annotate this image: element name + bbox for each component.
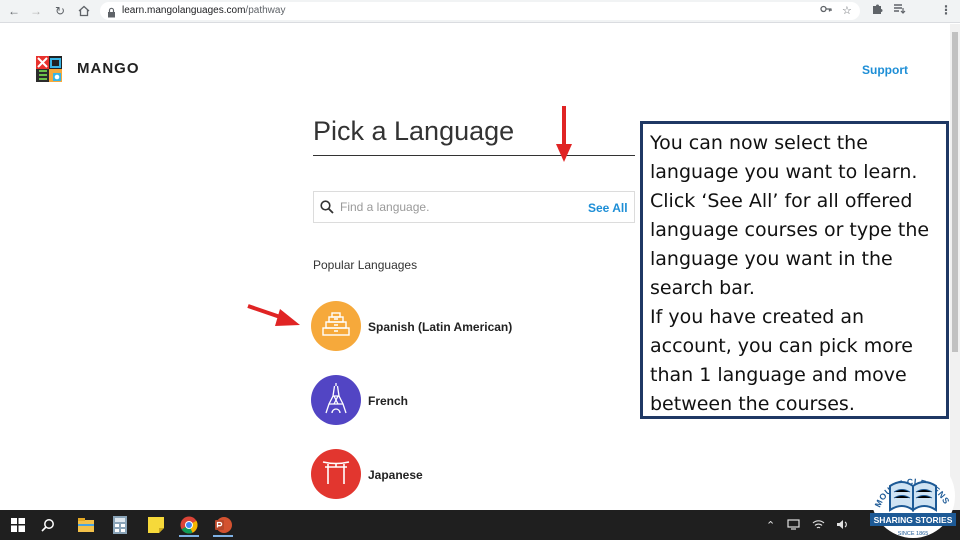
language-item-french[interactable]: French xyxy=(368,394,408,408)
reload-icon[interactable]: ↻ xyxy=(52,3,68,19)
language-badge-japanese[interactable] xyxy=(311,449,361,499)
browser-toolbar: ← → ↻ learn.mangolanguages.com/pathway ☆… xyxy=(0,0,960,23)
tray-network-icon[interactable] xyxy=(787,519,800,533)
see-all-button[interactable]: See All xyxy=(588,201,628,215)
eiffel-tower-icon xyxy=(323,382,349,419)
mango-logo-icon xyxy=(36,56,62,82)
down-arrow-icon xyxy=(556,106,572,162)
bookmark-star-icon[interactable]: ☆ xyxy=(842,4,852,17)
calculator-icon[interactable] xyxy=(110,515,130,535)
title-divider xyxy=(313,155,635,156)
extensions-puzzle-icon[interactable] xyxy=(871,3,883,18)
file-explorer-icon[interactable] xyxy=(76,515,96,535)
language-item-japanese[interactable]: Japanese xyxy=(368,468,423,482)
search-icon xyxy=(320,200,334,219)
url-path: /pathway xyxy=(245,5,286,16)
seal-banner-text: SHARING STORIES xyxy=(874,515,953,525)
instruction-callout: You can now select the language you want… xyxy=(640,121,949,419)
language-badge-spanish[interactable] xyxy=(311,301,361,351)
reading-list-icon[interactable] xyxy=(893,3,906,17)
home-icon[interactable] xyxy=(76,3,92,19)
url-text: learn.mangolanguages.com/pathway xyxy=(122,5,285,16)
language-badge-french[interactable] xyxy=(311,375,361,425)
lock-icon xyxy=(107,5,116,23)
sticky-notes-icon[interactable] xyxy=(146,515,166,535)
back-icon[interactable]: ← xyxy=(6,3,22,19)
page-title: Pick a Language xyxy=(313,116,515,146)
browser-menu-icon[interactable]: ⋮ xyxy=(940,3,952,17)
powerpoint-icon[interactable] xyxy=(213,515,233,537)
key-icon[interactable] xyxy=(820,4,832,17)
brand-name: MANGO xyxy=(77,60,140,77)
search-input[interactable] xyxy=(340,198,560,216)
language-item-spanish[interactable]: Spanish (Latin American) xyxy=(368,320,512,334)
url-domain: learn.mangolanguages.com xyxy=(122,5,246,16)
chrome-icon[interactable] xyxy=(179,515,199,537)
page-scrollbar[interactable] xyxy=(950,24,960,510)
windows-start-icon[interactable] xyxy=(8,515,28,535)
popular-languages-heading: Popular Languages xyxy=(313,258,418,272)
tray-overflow-icon[interactable]: ⌃ xyxy=(766,519,775,532)
right-arrow-icon xyxy=(247,304,300,326)
library-seal-logo: MOUNT CLEMENS PUBLIC LIBRARY SHARING STO… xyxy=(863,438,960,540)
tray-wifi-icon[interactable] xyxy=(812,519,825,533)
windows-taskbar: ⌃ xyxy=(0,510,960,540)
address-bar[interactable]: learn.mangolanguages.com/pathway ☆ xyxy=(100,2,860,20)
callout-paragraph-1: You can now select the language you want… xyxy=(650,132,930,299)
callout-paragraph-2: If you have created an account, you can … xyxy=(650,306,913,415)
language-search-box[interactable]: See All xyxy=(313,191,635,223)
seal-since-text: SINCE 1865 xyxy=(898,531,929,537)
support-link[interactable]: Support xyxy=(862,63,908,77)
taskbar-search-icon[interactable] xyxy=(38,515,58,535)
pyramid-icon xyxy=(322,311,350,342)
forward-icon[interactable]: → xyxy=(28,3,44,19)
torii-gate-icon xyxy=(322,459,350,490)
tray-volume-icon[interactable] xyxy=(836,519,848,533)
scrollbar-thumb[interactable] xyxy=(952,32,958,352)
